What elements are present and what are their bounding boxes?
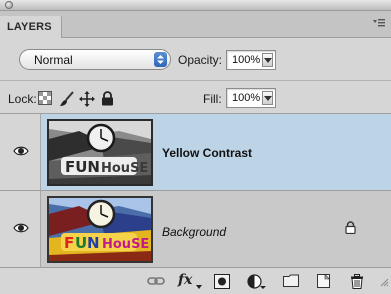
layers-list: FUN HouSE Yellow Contrast F U N HouSE Ba… — [0, 114, 391, 267]
blend-mode-value: Normal — [34, 53, 73, 67]
layer-visibility-toggle[interactable] — [0, 114, 41, 190]
eye-icon — [13, 146, 29, 156]
layer-row-background[interactable]: F U N HouSE Background — [0, 191, 391, 267]
layer-thumbnail-background[interactable]: F U N HouSE — [47, 196, 153, 263]
lock-position-icon[interactable] — [79, 91, 95, 107]
funhouse-color-thumbnail: F U N HouSE — [49, 198, 151, 261]
add-mask-icon[interactable] — [214, 274, 230, 290]
svg-text:HouSE: HouSE — [101, 161, 148, 176]
funhouse-grayscale-thumbnail: FUN HouSE — [49, 121, 151, 184]
panel-menu-icon[interactable] — [373, 18, 385, 28]
blend-mode-stepper-icon[interactable] — [154, 52, 167, 67]
lock-image-pixels-icon[interactable] — [59, 91, 75, 107]
opacity-value: 100% — [232, 54, 261, 66]
delete-layer-icon[interactable] — [350, 274, 364, 290]
fill-value: 100% — [232, 92, 261, 104]
layer-thumbnail-yellow-contrast[interactable]: FUN HouSE — [47, 119, 153, 186]
layer-row-yellow-contrast[interactable]: FUN HouSE Yellow Contrast — [0, 114, 391, 190]
lock-transparent-pixels-icon[interactable] — [38, 91, 54, 107]
resize-grip-icon[interactable] — [380, 274, 389, 292]
layer-name-yellow-contrast[interactable]: Yellow Contrast — [162, 146, 252, 160]
layer-name-background[interactable]: Background — [162, 225, 226, 239]
fx-label: fx — [178, 272, 193, 288]
new-group-icon[interactable] — [283, 274, 299, 290]
panel-footer: fx — [0, 267, 391, 294]
tab-layers-label: LAYERS — [7, 21, 52, 33]
lock-label: Lock: — [8, 92, 37, 106]
opacity-field[interactable]: 100% — [226, 50, 276, 70]
layer-link-cell — [41, 191, 46, 267]
link-layers-icon[interactable] — [147, 274, 165, 290]
fill-label: Fill: — [203, 92, 222, 106]
new-layer-icon[interactable] — [317, 273, 331, 290]
layer-style-fx-icon[interactable]: fx — [178, 272, 202, 290]
svg-text:F: F — [64, 234, 74, 252]
layer-visibility-toggle[interactable] — [0, 191, 41, 267]
svg-text:HouSE: HouSE — [102, 237, 149, 252]
layer-locked-icon[interactable] — [345, 221, 357, 235]
layer-link-cell — [41, 114, 46, 190]
tab-layers[interactable]: LAYERS — [0, 16, 62, 38]
layers-panel: LAYERS Normal Opacity: 100% Lock: Fill: … — [0, 0, 391, 294]
svg-text:FUN: FUN — [65, 158, 100, 176]
fill-dropdown-icon[interactable] — [262, 91, 273, 105]
svg-text:U: U — [75, 234, 87, 252]
panel-tabbar: LAYERS — [0, 11, 391, 38]
close-panel-icon[interactable] — [5, 1, 13, 9]
blend-mode-select[interactable]: Normal — [19, 49, 171, 70]
opacity-dropdown-icon[interactable] — [262, 53, 273, 67]
eye-icon — [13, 223, 29, 233]
svg-text:N: N — [87, 234, 100, 252]
lock-all-icon[interactable] — [101, 91, 117, 107]
fill-field[interactable]: 100% — [226, 88, 276, 108]
divider — [0, 80, 391, 81]
opacity-label: Opacity: — [178, 53, 223, 67]
panel-titlebar[interactable] — [0, 0, 391, 11]
adjustment-layer-icon[interactable] — [247, 274, 267, 290]
